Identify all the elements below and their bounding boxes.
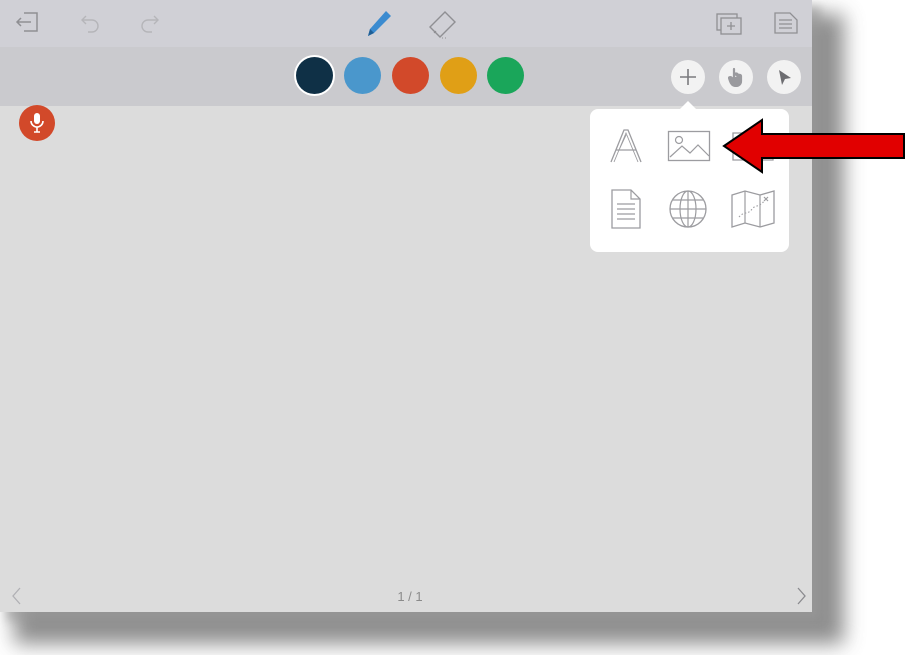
undo-icon[interactable] xyxy=(80,11,102,33)
red-arrow-annotation xyxy=(722,118,905,174)
add-icon xyxy=(680,69,696,85)
redo-icon[interactable] xyxy=(138,11,160,33)
page-indicator: 1 / 1 xyxy=(397,589,423,604)
color-swatch-green[interactable] xyxy=(487,57,524,94)
notes-icon[interactable] xyxy=(772,10,800,36)
color-swatch-red[interactable] xyxy=(392,57,429,94)
color-swatch-yellow[interactable] xyxy=(440,57,477,94)
pen-icon[interactable] xyxy=(364,8,394,40)
microphone-icon xyxy=(30,113,44,133)
eraser-icon[interactable] xyxy=(426,9,458,41)
previous-page-icon[interactable] xyxy=(10,586,22,606)
color-swatch-blue[interactable] xyxy=(344,57,381,94)
whiteboard-app: 1 / 1 xyxy=(0,0,812,612)
record-button[interactable] xyxy=(19,105,55,141)
color-swatch-navy[interactable] xyxy=(296,57,333,94)
top-bar xyxy=(0,0,812,47)
hand-icon xyxy=(728,67,743,87)
map-icon[interactable] xyxy=(730,189,776,229)
next-page-icon[interactable] xyxy=(796,586,808,606)
select-tool-button[interactable] xyxy=(767,60,801,94)
hand-tool-button[interactable] xyxy=(719,60,753,94)
text-icon[interactable] xyxy=(608,127,644,165)
add-page-icon[interactable] xyxy=(714,11,744,37)
document-icon[interactable] xyxy=(610,188,642,230)
image-icon[interactable] xyxy=(667,130,711,162)
add-button[interactable] xyxy=(671,60,705,94)
pointer-icon xyxy=(779,70,791,85)
exit-icon[interactable] xyxy=(14,10,40,34)
web-icon[interactable] xyxy=(668,189,708,229)
